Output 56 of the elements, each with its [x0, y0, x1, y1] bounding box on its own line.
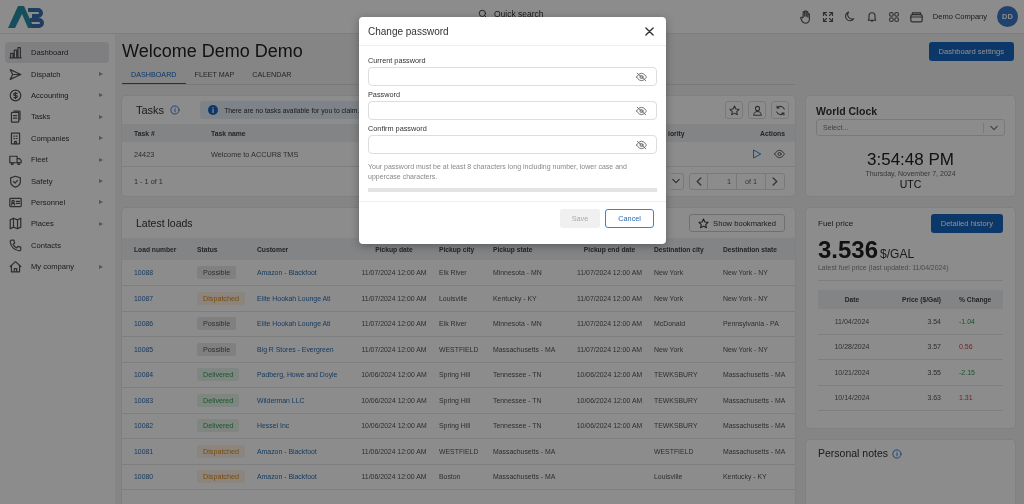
play-icon — [752, 149, 762, 159]
info-icon — [208, 105, 219, 115]
search-field[interactable]: Quick search — [494, 9, 544, 19]
eye-slash-icon — [636, 139, 647, 150]
bookmark-button[interactable] — [725, 101, 743, 119]
send-icon — [9, 67, 22, 81]
eye-slash-icon — [636, 105, 647, 116]
apps-icon — [887, 10, 900, 23]
logo-icon — [6, 3, 46, 30]
price-unit: $/GAL — [880, 247, 915, 261]
password-field[interactable] — [368, 101, 657, 120]
star-icon — [728, 104, 740, 116]
dollar-icon — [9, 88, 22, 102]
card-title: Fuel price — [818, 219, 854, 228]
assignee-button[interactable] — [748, 101, 766, 119]
phone-icon — [9, 238, 22, 252]
info-icon — [170, 105, 181, 115]
chevron-right-icon — [772, 176, 778, 186]
rows-per-page-select[interactable] — [671, 172, 684, 190]
search-icon — [478, 9, 488, 19]
info-icon — [892, 449, 903, 459]
house-icon — [9, 260, 22, 274]
card-title: Latest loads — [136, 217, 193, 229]
eye-icon — [774, 149, 785, 159]
close-button[interactable] — [645, 26, 654, 36]
eye-slash-icon — [636, 71, 647, 82]
id-card-icon — [9, 195, 22, 209]
card-title: Personal notes — [818, 447, 889, 459]
chevron-down-icon — [990, 124, 998, 131]
close-icon — [645, 26, 654, 36]
user-icon — [751, 104, 763, 116]
page-title: Welcome Demo Demo — [122, 40, 303, 62]
password-field[interactable] — [368, 67, 657, 86]
moon-icon — [843, 10, 856, 23]
card-title: World Clock — [816, 105, 878, 117]
chevron-left-icon — [695, 176, 702, 186]
truck-icon — [9, 153, 22, 167]
timezone-label: UTC — [898, 178, 923, 190]
refresh-button[interactable] — [771, 101, 789, 119]
dialog-title: Change password — [368, 25, 449, 37]
clock-time: 3:54:48 PM — [866, 150, 955, 170]
bell-icon — [865, 10, 878, 23]
wallet-icon — [909, 10, 923, 23]
hand-icon — [798, 9, 812, 24]
fuel-price: 3.536 — [818, 238, 879, 262]
building-icon — [9, 131, 22, 145]
chevron-down-icon — [672, 178, 680, 184]
shield-icon — [9, 174, 22, 188]
clipboard-icon — [9, 110, 22, 124]
map-icon — [9, 217, 22, 231]
card-title: Tasks — [136, 104, 165, 116]
fullscreen-icon — [821, 10, 834, 23]
password-field[interactable] — [368, 135, 657, 154]
bar-chart-icon — [9, 46, 22, 60]
star-icon — [698, 217, 710, 229]
refresh-icon — [774, 104, 786, 116]
